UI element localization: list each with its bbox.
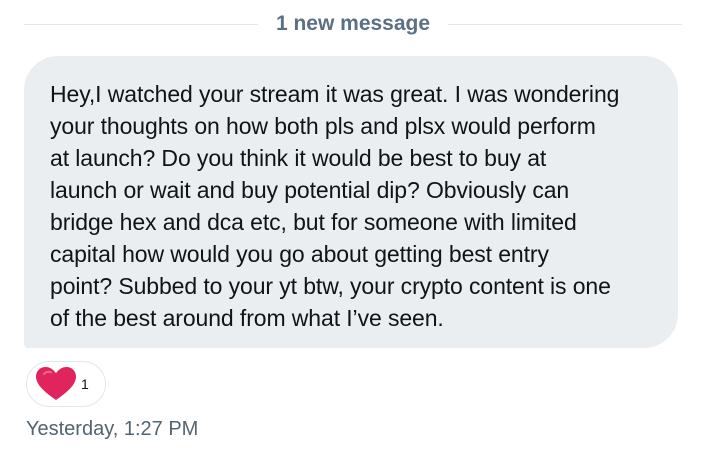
- reaction-count: 1: [81, 376, 89, 392]
- divider-line-right: [448, 23, 682, 25]
- message-line: of the best around from what I’ve seen.: [50, 305, 444, 331]
- new-message-divider: 1 new message: [24, 10, 682, 38]
- message-line: your thoughts on how both pls and plsx w…: [50, 113, 596, 139]
- message-line: launch or wait and buy potential dip? Ob…: [50, 177, 570, 203]
- message-line: capital how would you go about getting b…: [50, 241, 549, 267]
- dm-conversation: 1 new message Hey,I watched your stream …: [0, 0, 706, 466]
- message-line: Hey,I watched your stream it was great. …: [50, 81, 620, 107]
- message-line: at launch? Do you think it would be best…: [50, 145, 547, 171]
- reaction-pill[interactable]: 1: [26, 361, 106, 407]
- message-timestamp: Yesterday, 1:27 PM: [26, 418, 199, 440]
- message-line: point? Subbed to your yt btw, your crypt…: [50, 273, 611, 299]
- divider-line-left: [24, 23, 258, 25]
- new-message-label: 1 new message: [275, 12, 431, 35]
- message-line: bridge hex and dca etc, but for someone …: [50, 209, 577, 235]
- message-bubble[interactable]: Hey,I watched your stream it was great. …: [24, 56, 678, 348]
- heart-icon: [36, 367, 76, 400]
